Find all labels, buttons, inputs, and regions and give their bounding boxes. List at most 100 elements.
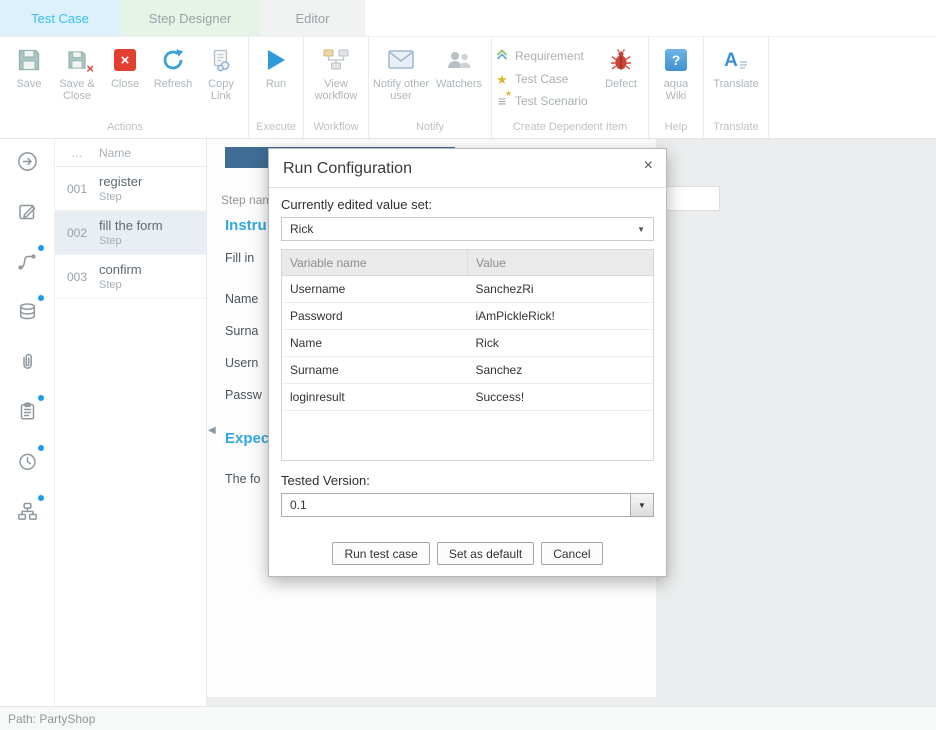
- sidebar-item-attachments[interactable]: [15, 349, 39, 373]
- path-text: Path: PartyShop: [8, 712, 95, 726]
- variables-table-header: Variable name Value: [282, 250, 653, 276]
- ribbon-group-execute: Run Execute: [249, 37, 304, 138]
- ribbon-group-help: ? aqua Wiki Help: [649, 37, 704, 138]
- dialog-title-bar: Run Configuration ×: [269, 149, 666, 188]
- step-row[interactable]: 001 register Step: [55, 167, 206, 211]
- envelope-icon: [388, 46, 414, 74]
- ribbon-group-create-dependent-item: Requirement ★ Test Case ≡★ Test Scenario: [492, 37, 649, 138]
- notification-dot: [38, 495, 44, 501]
- chevron-down-icon: ▼: [638, 501, 646, 510]
- translate-button[interactable]: A Translate: [707, 37, 765, 90]
- expected-results-heading: Expec: [225, 430, 269, 447]
- set-as-default-button[interactable]: Set as default: [437, 542, 534, 565]
- combo-dropdown-button[interactable]: ▼: [630, 494, 653, 516]
- table-row[interactable]: Username SanchezRi: [282, 276, 653, 303]
- sidebar-item-overview[interactable]: [15, 149, 39, 173]
- save-close-button[interactable]: × Save & Close: [53, 37, 101, 102]
- group-label-notify: Notify: [372, 121, 488, 138]
- sidebar-item-data[interactable]: [15, 299, 39, 323]
- chevron-down-icon: ▼: [637, 225, 645, 234]
- test-scenario-label: Test Scenario: [515, 94, 588, 108]
- database-icon: [17, 301, 38, 322]
- copy-link-button[interactable]: Copy Link: [197, 37, 245, 102]
- value-set-select[interactable]: Rick ▼: [281, 217, 654, 241]
- variables-table: Variable name Value Username SanchezRi P…: [281, 249, 654, 461]
- table-row[interactable]: Password iAmPickleRick!: [282, 303, 653, 330]
- top-tab-bar: Test Case Step Designer Editor: [0, 0, 936, 37]
- value-set-label: Currently edited value set:: [281, 197, 654, 212]
- arrow-circle-icon: [17, 151, 38, 172]
- notification-dot: [38, 295, 44, 301]
- field-label-surname: Surna: [225, 324, 258, 338]
- run-test-case-button[interactable]: Run test case: [332, 542, 429, 565]
- status-bar: Path: PartyShop: [0, 706, 936, 730]
- tab-editor[interactable]: Editor: [260, 0, 365, 36]
- clipboard-icon: [17, 401, 38, 422]
- tested-version-combo[interactable]: 0.1 ▼: [281, 493, 654, 517]
- workflow-icon: [323, 46, 349, 74]
- save-label: Save: [16, 78, 41, 90]
- table-row[interactable]: Surname Sanchez: [282, 357, 653, 384]
- run-button[interactable]: Run: [252, 37, 300, 90]
- translate-label: Translate: [713, 78, 758, 90]
- aqua-wiki-button[interactable]: ? aqua Wiki: [652, 37, 700, 102]
- ribbon: Save × Save & Close × Close: [0, 37, 936, 139]
- collapse-left-icon[interactable]: ◀: [208, 425, 216, 436]
- hierarchy-icon: [17, 501, 38, 522]
- translate-icon: A: [724, 46, 748, 74]
- close-label: Close: [111, 78, 139, 90]
- tested-version-value: 0.1: [282, 494, 630, 516]
- sidebar-item-hierarchy[interactable]: [15, 499, 39, 523]
- copy-link-label: Copy Link: [197, 78, 245, 102]
- test-scenario-icon: ≡★: [495, 94, 509, 108]
- notify-other-user-button[interactable]: Notify other user: [372, 37, 430, 102]
- step-row-selected[interactable]: 002 fill the form Step: [55, 211, 206, 255]
- tested-version-label: Tested Version:: [281, 473, 654, 488]
- ribbon-group-translate: A Translate Translate: [704, 37, 769, 138]
- cancel-button[interactable]: Cancel: [541, 542, 602, 565]
- refresh-icon: [160, 46, 186, 74]
- view-workflow-button[interactable]: View workflow: [307, 37, 365, 102]
- run-configuration-dialog: Run Configuration × Currently edited val…: [268, 148, 667, 577]
- watchers-button[interactable]: Watchers: [430, 37, 488, 90]
- history-clock-icon: [17, 451, 38, 472]
- app-window: Test Case Step Designer Editor Save × Sa…: [0, 0, 936, 730]
- ribbon-group-workflow: View workflow Workflow: [304, 37, 369, 138]
- steps-icon: [17, 251, 38, 272]
- tab-step-designer[interactable]: Step Designer: [120, 0, 260, 36]
- dialog-title: Run Configuration: [283, 160, 412, 177]
- aqua-wiki-label: aqua Wiki: [652, 78, 700, 102]
- sidebar-item-edit[interactable]: [15, 199, 39, 223]
- save-button[interactable]: Save: [5, 37, 53, 90]
- save-icon: [16, 46, 42, 74]
- tab-test-case[interactable]: Test Case: [0, 0, 120, 36]
- save-close-icon: ×: [66, 46, 88, 74]
- step-list: … Name 001 register Step 002 fill the fo…: [55, 139, 207, 706]
- bug-icon: [609, 46, 633, 74]
- requirement-button[interactable]: Requirement: [495, 47, 584, 64]
- field-label-name: Name: [225, 292, 258, 306]
- dialog-close-icon[interactable]: ×: [644, 158, 653, 174]
- table-row[interactable]: loginresult Success!: [282, 384, 653, 411]
- pencil-icon: [17, 201, 38, 222]
- create-test-scenario-button[interactable]: ≡★ Test Scenario: [495, 94, 588, 108]
- sidebar-item-checklist[interactable]: [15, 399, 39, 423]
- value-set-selected: Rick: [290, 222, 313, 236]
- copy-link-icon: [209, 46, 233, 74]
- step-list-header: … Name: [55, 139, 206, 167]
- requirement-label: Requirement: [515, 49, 584, 63]
- refresh-button[interactable]: Refresh: [149, 37, 197, 90]
- question-mark-icon: ?: [665, 46, 687, 74]
- field-label-password: Passw: [225, 388, 262, 402]
- group-label-execute: Execute: [252, 121, 300, 138]
- defect-button[interactable]: Defect: [597, 37, 645, 90]
- create-test-case-button[interactable]: ★ Test Case: [495, 72, 568, 86]
- table-row[interactable]: Name Rick: [282, 330, 653, 357]
- sidebar-item-steps[interactable]: [15, 249, 39, 273]
- close-button[interactable]: × Close: [101, 37, 149, 90]
- field-label-username: Usern: [225, 356, 258, 370]
- sidebar-item-history[interactable]: [15, 449, 39, 473]
- step-row[interactable]: 003 confirm Step: [55, 255, 206, 299]
- left-icon-sidebar: [0, 139, 55, 706]
- instructions-heading: Instru: [225, 217, 267, 234]
